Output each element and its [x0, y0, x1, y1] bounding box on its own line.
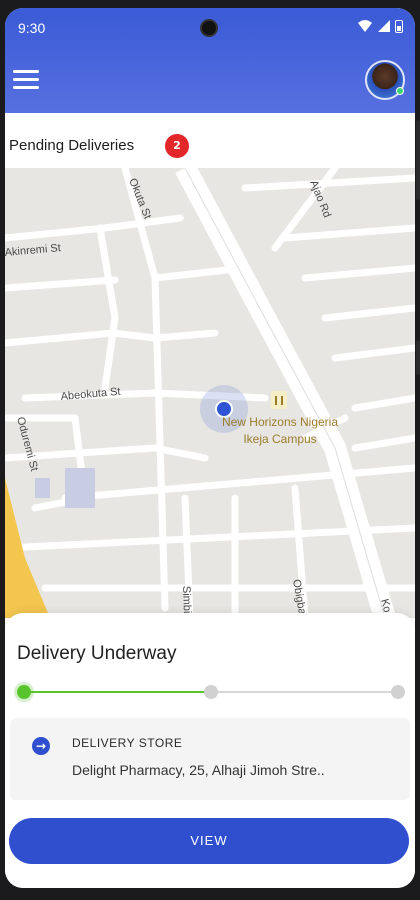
camera-cutout [200, 19, 218, 37]
pending-deliveries-bar[interactable]: Pending Deliveries 2 [5, 113, 415, 168]
arrow-right-icon: → [32, 737, 50, 755]
app-screen: 9:30 Pending Deliveries 2 Okuta St Ajao … [5, 8, 415, 888]
progress-step-3 [391, 685, 405, 699]
pending-deliveries-label: Pending Deliveries [9, 137, 135, 154]
delivery-store-card[interactable]: → DELIVERY STORE Delight Pharmacy, 25, A… [10, 718, 410, 800]
status-icons [357, 19, 403, 33]
hamburger-menu-icon[interactable] [13, 70, 39, 90]
side-button [416, 340, 420, 375]
view-button[interactable]: VIEW [9, 818, 409, 864]
street-label: Simbi [180, 586, 193, 614]
map-view[interactable]: Okuta St Ajao Rd Akinremi St Abeokuta St… [5, 168, 415, 618]
wifi-icon [358, 20, 372, 32]
progress-fill [23, 691, 211, 693]
pending-count-badge: 2 [165, 134, 189, 158]
battery-icon [395, 19, 403, 33]
map-canvas: Okuta St Ajao Rd Akinremi St Abeokuta St… [5, 168, 415, 618]
side-button [416, 120, 420, 200]
store-address: Delight Pharmacy, 25, Alhaji Jimoh Stre.… [72, 762, 325, 778]
progress-step-2 [204, 685, 218, 699]
store-heading: DELIVERY STORE [72, 736, 183, 750]
status-time: 9:30 [18, 20, 46, 36]
device-frame: 9:30 Pending Deliveries 2 Okuta St Ajao … [0, 0, 420, 900]
signal-icon [378, 20, 390, 32]
delivery-progress [17, 685, 405, 699]
place-label: New Horizons Nigeria [222, 415, 338, 429]
user-avatar[interactable] [365, 60, 405, 100]
delivery-status-sheet: Delivery Underway → DELIVERY STORE Delig… [5, 613, 415, 888]
place-label: Ikeja Campus [243, 432, 316, 446]
online-status-dot [396, 87, 404, 95]
progress-step-1 [17, 685, 31, 699]
delivery-status-title: Delivery Underway [17, 643, 177, 664]
app-header: 9:30 [5, 8, 415, 113]
